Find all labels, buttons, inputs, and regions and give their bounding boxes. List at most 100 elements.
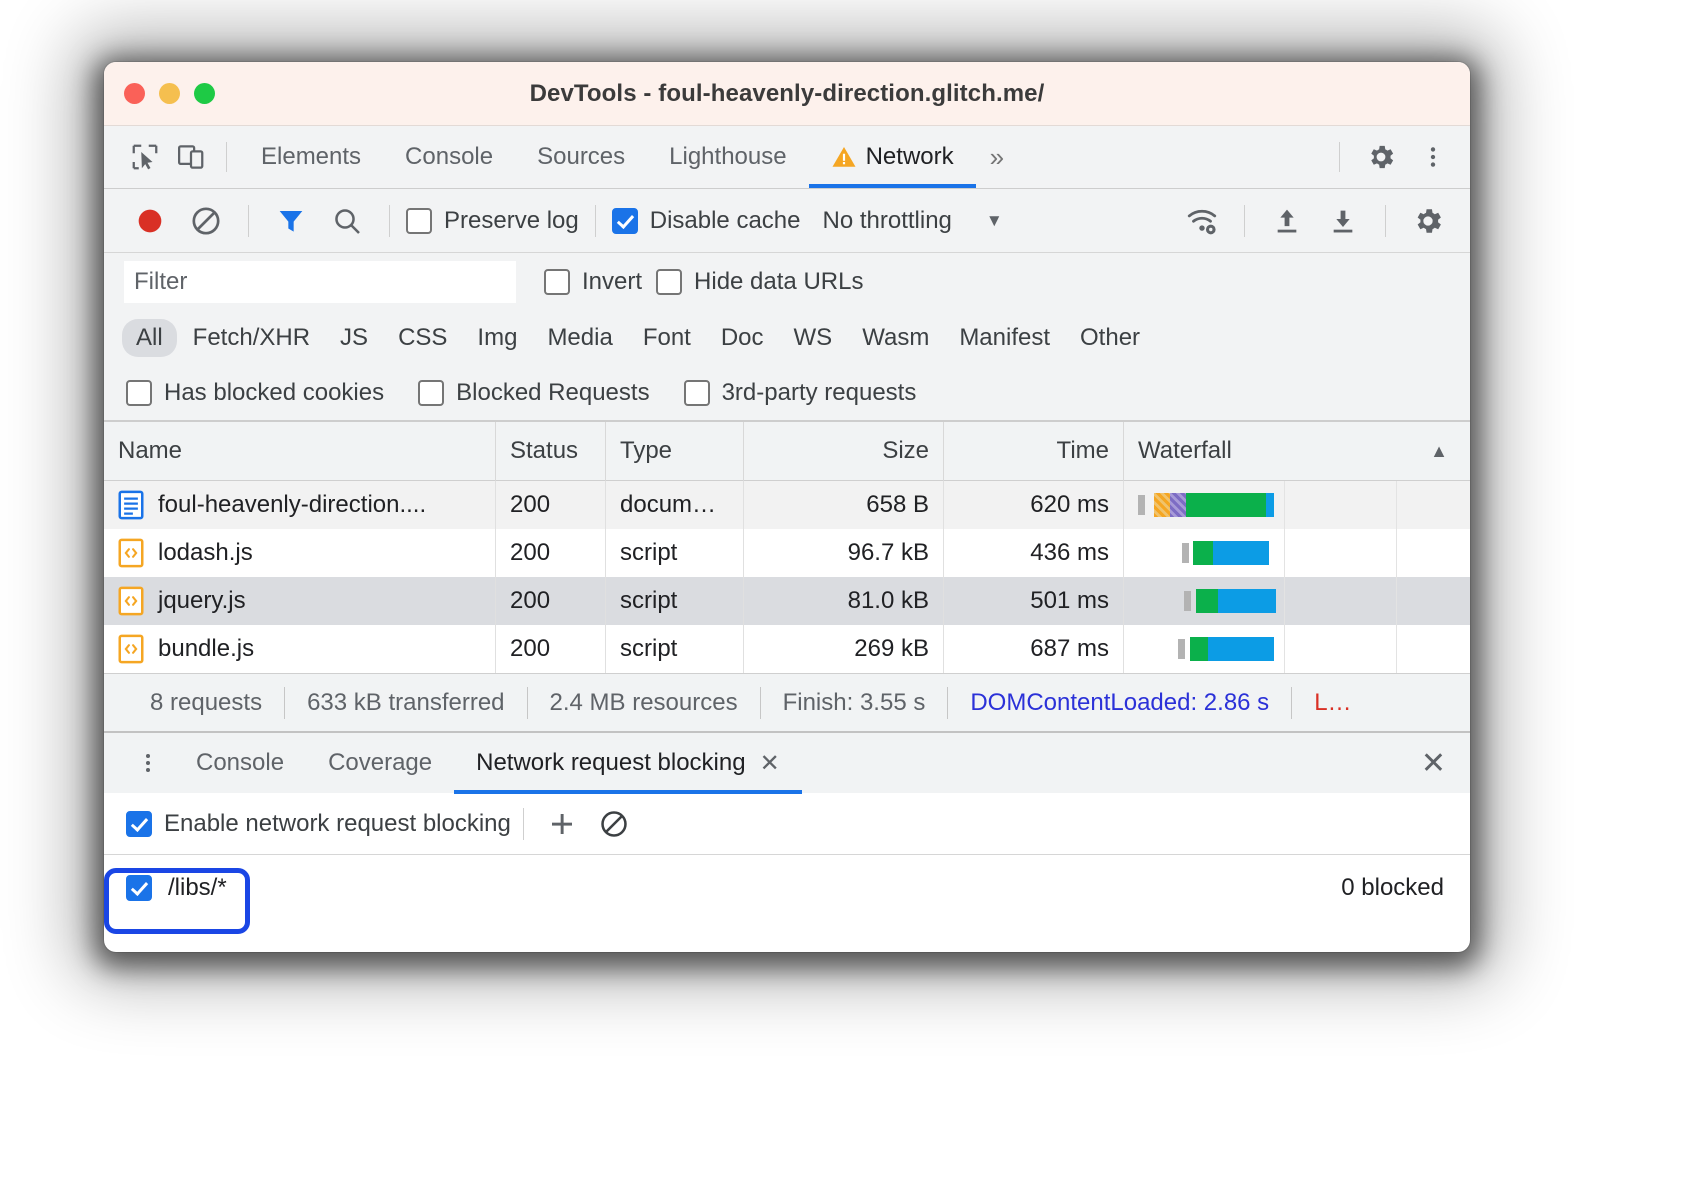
status-cell: 200: [496, 529, 606, 577]
column-header-name[interactable]: Name: [104, 422, 496, 481]
toolbar-divider-2: [389, 205, 390, 237]
tab-console[interactable]: Console: [383, 126, 515, 188]
third-party-requests-label: 3rd-party requests: [722, 379, 917, 407]
network-summary-bar: 8 requests 633 kB transferred 2.4 MB res…: [104, 673, 1470, 731]
network-conditions-icon[interactable]: [1176, 195, 1228, 247]
record-button[interactable]: [124, 195, 176, 247]
tab-label: Network: [866, 143, 954, 171]
chip-js[interactable]: JS: [326, 319, 382, 357]
tab-label: Elements: [261, 143, 361, 171]
disable-cache-checkbox[interactable]: Disable cache: [612, 207, 801, 235]
import-har-icon[interactable]: [1261, 195, 1313, 247]
drawer-tab-network-request-blocking[interactable]: Network request blocking ✕: [454, 733, 802, 794]
script-icon: [118, 634, 144, 664]
type-cell: script: [606, 625, 744, 673]
invert-checkbox[interactable]: Invert: [544, 268, 642, 296]
plus-icon[interactable]: [536, 798, 588, 850]
sort-ascending-icon[interactable]: ▲: [1430, 441, 1448, 462]
chip-css[interactable]: CSS: [384, 319, 461, 357]
preserve-log-label: Preserve log: [444, 207, 579, 235]
settings-gear-icon[interactable]: [1402, 195, 1454, 247]
chip-other[interactable]: Other: [1066, 319, 1154, 357]
chip-doc[interactable]: Doc: [707, 319, 778, 357]
table-row[interactable]: jquery.js 200 script 81.0 kB 501 ms: [104, 577, 1470, 625]
tab-sources[interactable]: Sources: [515, 126, 647, 188]
preserve-log-checkbox[interactable]: Preserve log: [406, 207, 579, 235]
drawer-tab-coverage[interactable]: Coverage: [306, 733, 454, 794]
invert-label: Invert: [582, 268, 642, 296]
more-vertical-icon[interactable]: [1410, 134, 1456, 180]
chip-manifest[interactable]: Manifest: [945, 319, 1064, 357]
enable-network-request-blocking-checkbox[interactable]: Enable network request blocking: [126, 810, 511, 838]
export-har-icon[interactable]: [1317, 195, 1369, 247]
summary-load: L…: [1292, 689, 1373, 717]
drawer-tab-label: Coverage: [328, 749, 432, 777]
chip-font[interactable]: Font: [629, 319, 705, 357]
network-toolbar: Preserve log Disable cache No throttling…: [104, 189, 1470, 253]
summary-domcontentloaded: DOMContentLoaded: 2.86 s: [948, 689, 1291, 717]
filter-button[interactable]: [265, 195, 317, 247]
table-row[interactable]: foul-heavenly-direction.... 200 docum… 6…: [104, 481, 1470, 529]
window-title: DevTools - foul-heavenly-direction.glitc…: [104, 80, 1470, 108]
chip-fetch-xhr[interactable]: Fetch/XHR: [179, 319, 324, 357]
status-cell: 200: [496, 625, 606, 673]
column-header-time[interactable]: Time: [944, 422, 1124, 481]
more-vertical-icon[interactable]: [122, 737, 174, 789]
throttling-select[interactable]: No throttling: [822, 207, 951, 235]
type-cell: docum…: [606, 481, 744, 529]
checkbox-box: [126, 875, 152, 901]
settings-gear-icon[interactable]: [1358, 134, 1404, 180]
warning-triangle-icon: [831, 144, 857, 170]
more-tabs-button[interactable]: »: [976, 142, 1018, 173]
column-header-size[interactable]: Size: [744, 422, 944, 481]
chip-all[interactable]: All: [122, 319, 177, 357]
pattern-checkbox[interactable]: /libs/*: [126, 874, 227, 902]
has-blocked-cookies-checkbox[interactable]: Has blocked cookies: [126, 379, 384, 407]
chip-media[interactable]: Media: [533, 319, 626, 357]
device-toolbar-icon[interactable]: [168, 134, 214, 180]
filter-input[interactable]: [124, 261, 516, 303]
blocking-pattern-row[interactable]: /libs/* 0 blocked: [104, 855, 1470, 921]
hide-data-urls-label: Hide data URLs: [694, 268, 863, 296]
request-name-cell: foul-heavenly-direction....: [104, 481, 496, 529]
request-name: jquery.js: [158, 587, 246, 615]
chip-wasm[interactable]: Wasm: [848, 319, 943, 357]
chevron-down-icon[interactable]: ▼: [986, 211, 1003, 231]
filter-row: Invert Hide data URLs: [104, 253, 1470, 310]
chip-img[interactable]: Img: [463, 319, 531, 357]
column-header-waterfall[interactable]: Waterfall ▲: [1124, 422, 1470, 481]
inspect-element-icon[interactable]: [122, 134, 168, 180]
blocked-requests-checkbox[interactable]: Blocked Requests: [418, 379, 649, 407]
size-cell: 269 kB: [744, 625, 944, 673]
hide-data-urls-checkbox[interactable]: Hide data URLs: [656, 268, 863, 296]
tab-network[interactable]: Network: [809, 126, 976, 188]
toolbar-divider-5: [1385, 205, 1386, 237]
network-toolbar-right: [1176, 195, 1454, 247]
filter-row-checkboxes: Invert Hide data URLs: [544, 268, 863, 296]
type-cell: script: [606, 529, 744, 577]
drawer-tab-console[interactable]: Console: [174, 733, 306, 794]
waterfall-cell: [1124, 625, 1470, 673]
search-button[interactable]: [321, 195, 373, 247]
request-name: foul-heavenly-direction....: [158, 491, 426, 519]
table-row[interactable]: bundle.js 200 script 269 kB 687 ms: [104, 625, 1470, 673]
has-blocked-cookies-label: Has blocked cookies: [164, 379, 384, 407]
column-header-type[interactable]: Type: [606, 422, 744, 481]
third-party-requests-checkbox[interactable]: 3rd-party requests: [684, 379, 917, 407]
main-tab-bar: Elements Console Sources Lighthouse Netw…: [104, 126, 1470, 189]
request-name-cell: bundle.js: [104, 625, 496, 673]
close-drawer-button[interactable]: ✕: [1421, 746, 1446, 781]
toolbar-divider-3: [595, 205, 596, 237]
requests-table-header: Name Status Type Size Time Waterfall ▲: [104, 422, 1470, 481]
tab-elements[interactable]: Elements: [239, 126, 383, 188]
column-header-status[interactable]: Status: [496, 422, 606, 481]
clear-button[interactable]: [180, 195, 232, 247]
enable-blocking-label: Enable network request blocking: [164, 810, 511, 838]
close-icon[interactable]: ✕: [760, 749, 780, 778]
clear-all-icon[interactable]: [588, 798, 640, 850]
resource-type-filters: All Fetch/XHR JS CSS Img Media Font Doc …: [104, 310, 1470, 366]
tab-lighthouse[interactable]: Lighthouse: [647, 126, 808, 188]
table-row[interactable]: lodash.js 200 script 96.7 kB 436 ms: [104, 529, 1470, 577]
checkbox-box: [126, 380, 152, 406]
chip-ws[interactable]: WS: [780, 319, 847, 357]
